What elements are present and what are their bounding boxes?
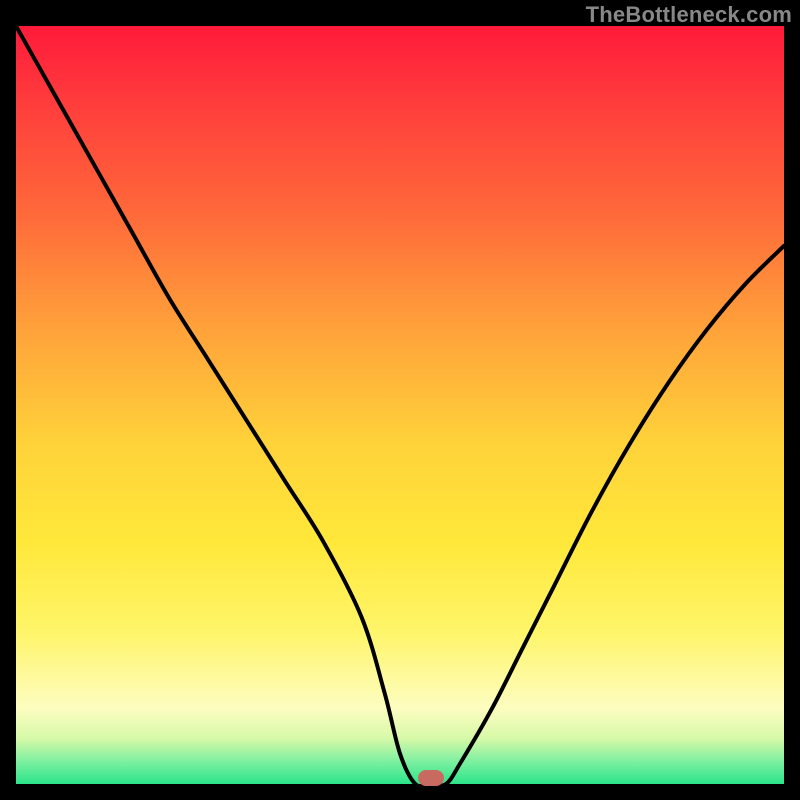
curve-layer [16,26,784,784]
optimum-marker [418,770,444,786]
watermark-text: TheBottleneck.com [586,2,792,28]
bottleneck-curve [16,26,784,784]
chart-frame: TheBottleneck.com [0,0,800,800]
plot-area [16,26,784,784]
